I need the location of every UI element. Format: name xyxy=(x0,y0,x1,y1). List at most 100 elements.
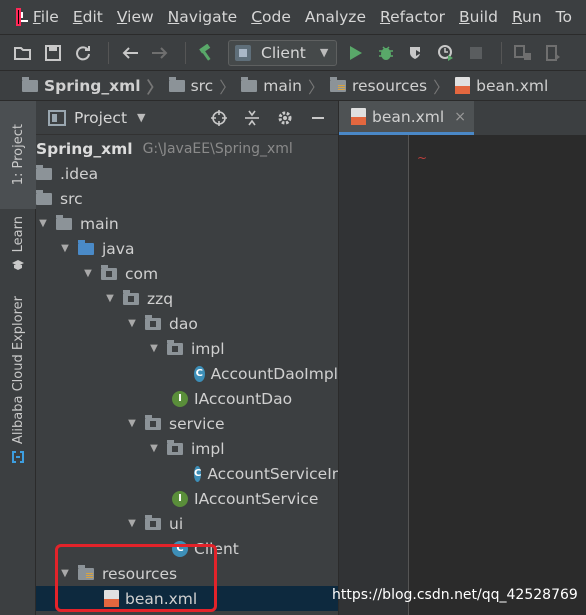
menu-analyze[interactable]: Analyze xyxy=(305,8,366,26)
expand-arrow-icon[interactable]: ▼ xyxy=(147,443,161,454)
forward-arrow-icon[interactable] xyxy=(147,40,173,66)
toolbar-separator xyxy=(185,41,186,64)
back-arrow-icon[interactable] xyxy=(117,40,143,66)
tab-project[interactable]: 1: Project xyxy=(0,101,36,209)
chevron-down-icon[interactable]: ▼ xyxy=(137,111,145,124)
tree-row-iaccount-service[interactable]: I IAccountService xyxy=(36,486,338,511)
expand-arrow-icon[interactable]: ▼ xyxy=(125,518,139,529)
expand-arrow-icon[interactable]: ▼ xyxy=(147,343,161,354)
annotation-highlight-box xyxy=(55,544,217,612)
tree-row-ui[interactable]: ▼ ui xyxy=(36,511,338,536)
tab-learn[interactable]: Learn xyxy=(0,213,36,275)
tab-alibaba-cloud-explorer[interactable]: Alibaba Cloud Explorer xyxy=(0,291,36,469)
navigation-breadcrumb: Spring_xml 〉 src 〉 main 〉 resources 〉 be… xyxy=(0,71,586,101)
close-icon[interactable]: × xyxy=(454,109,466,125)
project-panel-title[interactable]: Project xyxy=(74,109,127,127)
tree-row-service-impl[interactable]: ▼ impl xyxy=(36,436,338,461)
stop-icon[interactable] xyxy=(463,40,489,66)
tree-label: IAccountService xyxy=(194,489,319,508)
breadcrumb-resources[interactable]: resources 〉 xyxy=(329,74,455,98)
application-config-icon xyxy=(235,44,251,61)
tab-learn-label: Learn xyxy=(10,215,26,253)
sync-icon[interactable] xyxy=(70,40,96,66)
run-configuration-dropdown[interactable]: Client ▼ xyxy=(228,39,338,66)
gear-icon[interactable] xyxy=(273,106,297,130)
debug-bug-icon[interactable] xyxy=(373,40,399,66)
tree-row-main[interactable]: ▼ main xyxy=(36,211,338,236)
tree-label: AccountDaoImpl xyxy=(210,364,338,383)
menu-run[interactable]: Run xyxy=(512,8,542,26)
xml-file-icon xyxy=(455,77,471,94)
open-folder-icon[interactable] xyxy=(10,40,36,66)
locate-target-icon[interactable] xyxy=(207,106,231,130)
tree-label: Spring_xml xyxy=(36,139,133,158)
tree-row-com[interactable]: ▼ com xyxy=(36,261,338,286)
tree-row-zzq[interactable]: ▼ zzq xyxy=(36,286,338,311)
project-path-hint: G:\JavaEE\Spring_xml xyxy=(142,140,293,157)
sdk-manager-icon[interactable] xyxy=(540,40,566,66)
expand-arrow-icon[interactable]: ▼ xyxy=(58,243,72,254)
tree-label: dao xyxy=(169,314,198,333)
tree-row-dao-impl[interactable]: ▼ impl xyxy=(36,336,338,361)
chevron-down-icon: ▼ xyxy=(319,46,329,59)
save-all-icon[interactable] xyxy=(40,40,66,66)
tree-row-java[interactable]: ▼ java xyxy=(36,236,338,261)
collapse-all-icon[interactable] xyxy=(240,106,264,130)
menu-refactor[interactable]: Refactor xyxy=(380,8,445,26)
menu-navigate[interactable]: Navigate xyxy=(168,8,238,26)
run-with-coverage-icon[interactable] xyxy=(403,40,429,66)
package-icon xyxy=(167,339,183,355)
tree-row-src[interactable]: src xyxy=(36,186,338,211)
run-play-icon[interactable] xyxy=(343,40,369,66)
tab-project-label: 1: Project xyxy=(10,124,26,186)
package-icon xyxy=(145,514,161,530)
project-structure-icon[interactable] xyxy=(510,40,536,66)
tree-row-account-dao-impl[interactable]: C AccountDaoImpl xyxy=(36,361,338,386)
tree-row-dao[interactable]: ▼ dao xyxy=(36,311,338,336)
breadcrumb-src[interactable]: src 〉 xyxy=(168,74,242,98)
breadcrumb-file[interactable]: bean.xml xyxy=(455,77,548,95)
breadcrumb-project[interactable]: Spring_xml 〉 xyxy=(22,74,169,98)
breadcrumb-main[interactable]: main 〉 xyxy=(241,74,330,98)
alibaba-cloud-icon xyxy=(12,451,24,464)
watermark-url: https://blog.csdn.net/qq_42528769 xyxy=(332,587,578,603)
class-icon: C xyxy=(194,365,205,382)
source-folder-icon xyxy=(78,239,94,255)
toolbar-separator xyxy=(108,41,109,64)
tree-row-service[interactable]: ▼ service xyxy=(36,411,338,436)
chevron-right-icon: 〉 xyxy=(219,77,236,97)
editor-tab-bean-xml[interactable]: bean.xml × xyxy=(339,101,474,135)
tree-row-project-root[interactable]: Spring_xml G:\JavaEE\Spring_xml xyxy=(36,136,338,161)
menu-view[interactable]: View xyxy=(117,8,154,26)
tree-label: main xyxy=(80,214,119,233)
interface-icon: I xyxy=(172,390,188,407)
expand-arrow-icon[interactable]: ▼ xyxy=(125,318,139,329)
build-hammer-icon[interactable] xyxy=(194,40,220,66)
menu-build[interactable]: Build xyxy=(459,8,498,26)
folder-icon xyxy=(56,214,72,230)
chevron-right-icon: 〉 xyxy=(146,77,163,97)
code-editor[interactable]: ~ xyxy=(338,135,586,615)
menu-tools[interactable]: To xyxy=(556,8,572,26)
menu-file[interactable]: File xyxy=(33,8,59,26)
tree-row-iaccount-dao[interactable]: I IAccountDao xyxy=(36,386,338,411)
profiler-icon[interactable] xyxy=(433,40,459,66)
tree-row-idea[interactable]: .idea xyxy=(36,161,338,186)
folder-icon xyxy=(168,76,185,92)
folder-icon xyxy=(36,189,52,205)
tree-row-account-service-impl[interactable]: C AccountServiceIn xyxy=(36,461,342,486)
expand-arrow-icon[interactable]: ▼ xyxy=(81,268,95,279)
expand-arrow-icon[interactable]: ▼ xyxy=(125,418,139,429)
menu-code[interactable]: Code xyxy=(251,8,291,26)
interface-icon: I xyxy=(172,490,188,507)
menu-bar: File Edit View Navigate Code Analyze Ref… xyxy=(0,0,586,34)
tree-label: AccountServiceIn xyxy=(207,464,342,483)
menu-edit[interactable]: Edit xyxy=(73,8,103,26)
package-icon xyxy=(123,289,139,305)
expand-arrow-icon[interactable]: ▼ xyxy=(36,218,50,229)
tree-label: impl xyxy=(191,439,225,458)
main-toolbar: Client ▼ xyxy=(0,34,586,71)
expand-arrow-icon[interactable]: ▼ xyxy=(103,293,117,304)
folder-icon xyxy=(36,164,52,180)
minimize-icon[interactable] xyxy=(306,106,330,130)
